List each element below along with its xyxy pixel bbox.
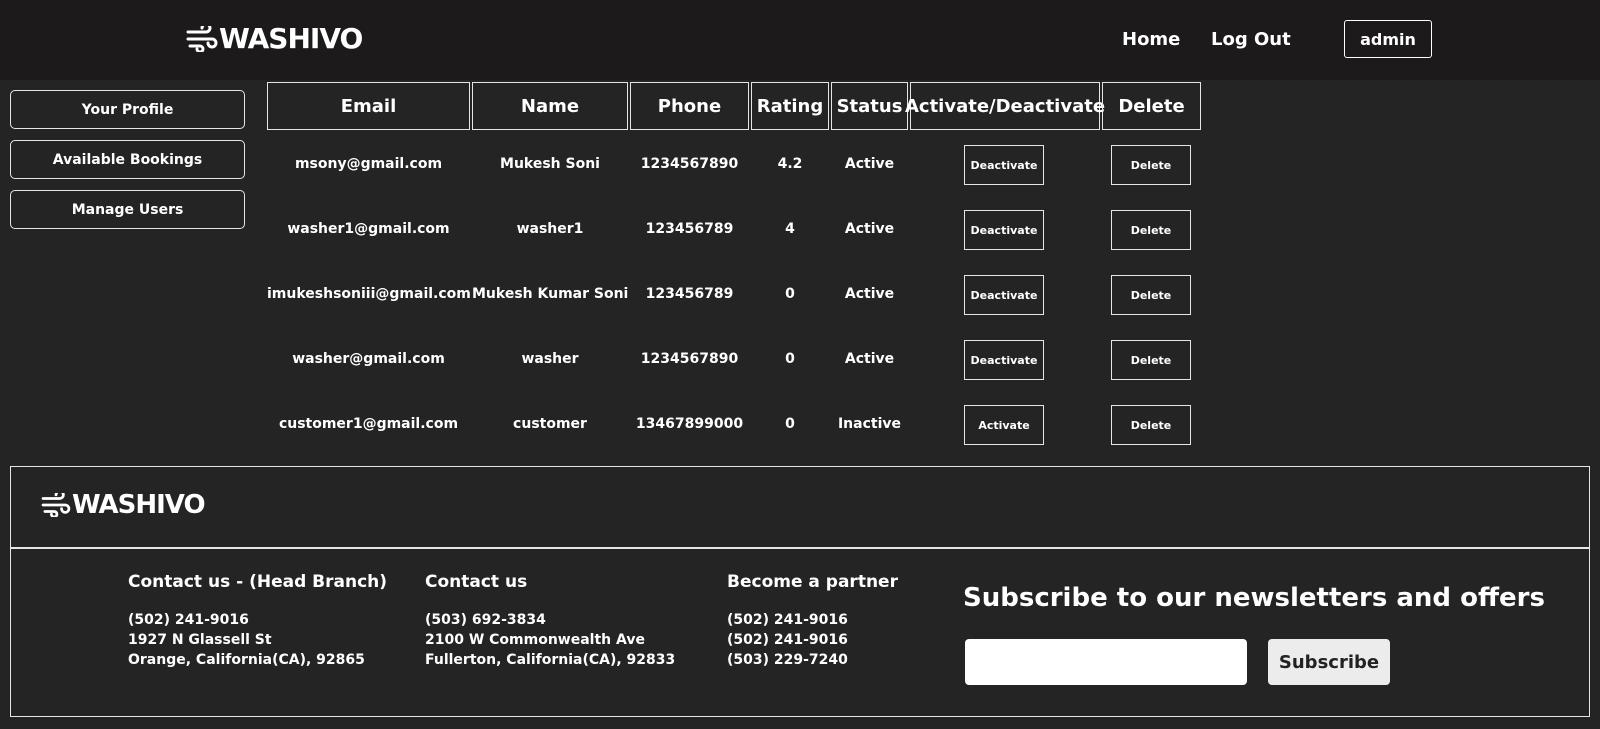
deactivate-button[interactable]: Deactivate: [964, 275, 1044, 315]
column-header-name: Name: [472, 82, 628, 130]
deactivate-button[interactable]: Deactivate: [964, 210, 1044, 250]
footer-phone: (502) 241-9016: [727, 612, 848, 628]
footer-address-city: Fullerton, California(CA), 92833: [425, 652, 676, 668]
nav-home-link[interactable]: Home: [1122, 29, 1180, 50]
cell-status: Active: [844, 351, 895, 367]
cell-phone: 13467899000: [635, 416, 744, 432]
top-navbar: WASHIVO Home Log Out admin: [0, 0, 1600, 80]
cell-status: Active: [844, 286, 895, 302]
footer-column-head-branch: Contact us - (Head Branch) (502) 241-901…: [128, 572, 387, 670]
cell-name: Mukesh Soni: [500, 156, 600, 172]
cell-rating: 4.2: [777, 156, 803, 172]
admin-button[interactable]: admin: [1344, 20, 1432, 58]
cell-email: imukeshsoniii@gmail.com: [267, 286, 471, 302]
footer-brand-logo[interactable]: WASHIVO: [41, 490, 206, 520]
footer-phone: (502) 241-9016: [128, 612, 249, 628]
cell-rating: 0: [785, 286, 795, 302]
sidebar-item-your-profile[interactable]: Your Profile: [10, 90, 245, 129]
column-header-phone: Phone: [630, 82, 749, 130]
footer-phone: (503) 229-7240: [727, 652, 848, 668]
column-header-rating: Rating: [751, 82, 829, 130]
newsletter-email-input[interactable]: [965, 639, 1247, 685]
footer-column-title: Contact us: [425, 572, 528, 592]
cell-phone: 123456789: [645, 221, 734, 237]
column-header-status: Status: [831, 82, 908, 130]
delete-button[interactable]: Delete: [1111, 405, 1191, 445]
delete-button[interactable]: Delete: [1111, 275, 1191, 315]
footer-column-partner: Become a partner (502) 241-9016 (502) 24…: [727, 572, 898, 670]
newsletter-title: Subscribe to our newsletters and offers: [963, 583, 1545, 613]
cell-name: customer: [513, 416, 587, 432]
cell-status: Active: [844, 156, 895, 172]
cell-name: washer1: [516, 221, 584, 237]
cell-rating: 0: [785, 416, 795, 432]
footer-address-street: 2100 W Commonwealth Ave: [425, 632, 645, 648]
subscribe-button[interactable]: Subscribe: [1268, 639, 1390, 685]
footer-contacts: Contact us - (Head Branch) (502) 241-901…: [10, 547, 1590, 717]
footer-phone: (503) 692-3834: [425, 612, 546, 628]
activate-button[interactable]: Activate: [964, 405, 1044, 445]
footer-phone: (502) 241-9016: [727, 632, 848, 648]
cell-email: msony@gmail.com: [294, 156, 443, 172]
delete-button[interactable]: Delete: [1111, 210, 1191, 250]
deactivate-button[interactable]: Deactivate: [964, 145, 1044, 185]
footer-address-city: Orange, California(CA), 92865: [128, 652, 365, 668]
cell-name: Mukesh Kumar Soni: [472, 286, 629, 302]
delete-button[interactable]: Delete: [1111, 145, 1191, 185]
footer-column-title: Become a partner: [727, 572, 898, 592]
cell-email: washer1@gmail.com: [287, 221, 450, 237]
brand-name: WASHIVO: [219, 22, 363, 55]
cell-phone: 1234567890: [640, 351, 739, 367]
brand-logo[interactable]: WASHIVO: [186, 22, 363, 55]
cell-email: washer@gmail.com: [292, 351, 445, 367]
delete-button[interactable]: Delete: [1111, 340, 1191, 380]
footer-column-title: Contact us - (Head Branch): [128, 572, 388, 592]
cell-status: Active: [844, 221, 895, 237]
cell-name: washer: [521, 351, 579, 367]
cell-email: customer1@gmail.com: [278, 416, 459, 432]
wind-icon: [41, 493, 71, 517]
cell-status: Inactive: [837, 416, 902, 432]
footer-address-street: 1927 N Glassell St: [128, 632, 272, 648]
sidebar-item-manage-users[interactable]: Manage Users: [10, 190, 245, 229]
deactivate-button[interactable]: Deactivate: [964, 340, 1044, 380]
column-header-delete: Delete: [1102, 82, 1201, 130]
nav-logout-link[interactable]: Log Out: [1211, 29, 1291, 50]
footer-brand-name: WASHIVO: [72, 490, 206, 520]
wind-icon: [186, 25, 218, 52]
footer-brand-bar: WASHIVO: [10, 466, 1590, 548]
cell-rating: 0: [785, 351, 795, 367]
column-header-email: Email: [267, 82, 470, 130]
sidebar-item-available-bookings[interactable]: Available Bookings: [10, 140, 245, 179]
cell-phone: 1234567890: [640, 156, 739, 172]
cell-rating: 4: [785, 221, 795, 237]
column-header-activate-deactivate: Activate/Deactivate: [905, 82, 1105, 130]
cell-phone: 123456789: [645, 286, 734, 302]
footer-column-contact: Contact us (503) 692-3834 2100 W Commonw…: [425, 572, 675, 670]
